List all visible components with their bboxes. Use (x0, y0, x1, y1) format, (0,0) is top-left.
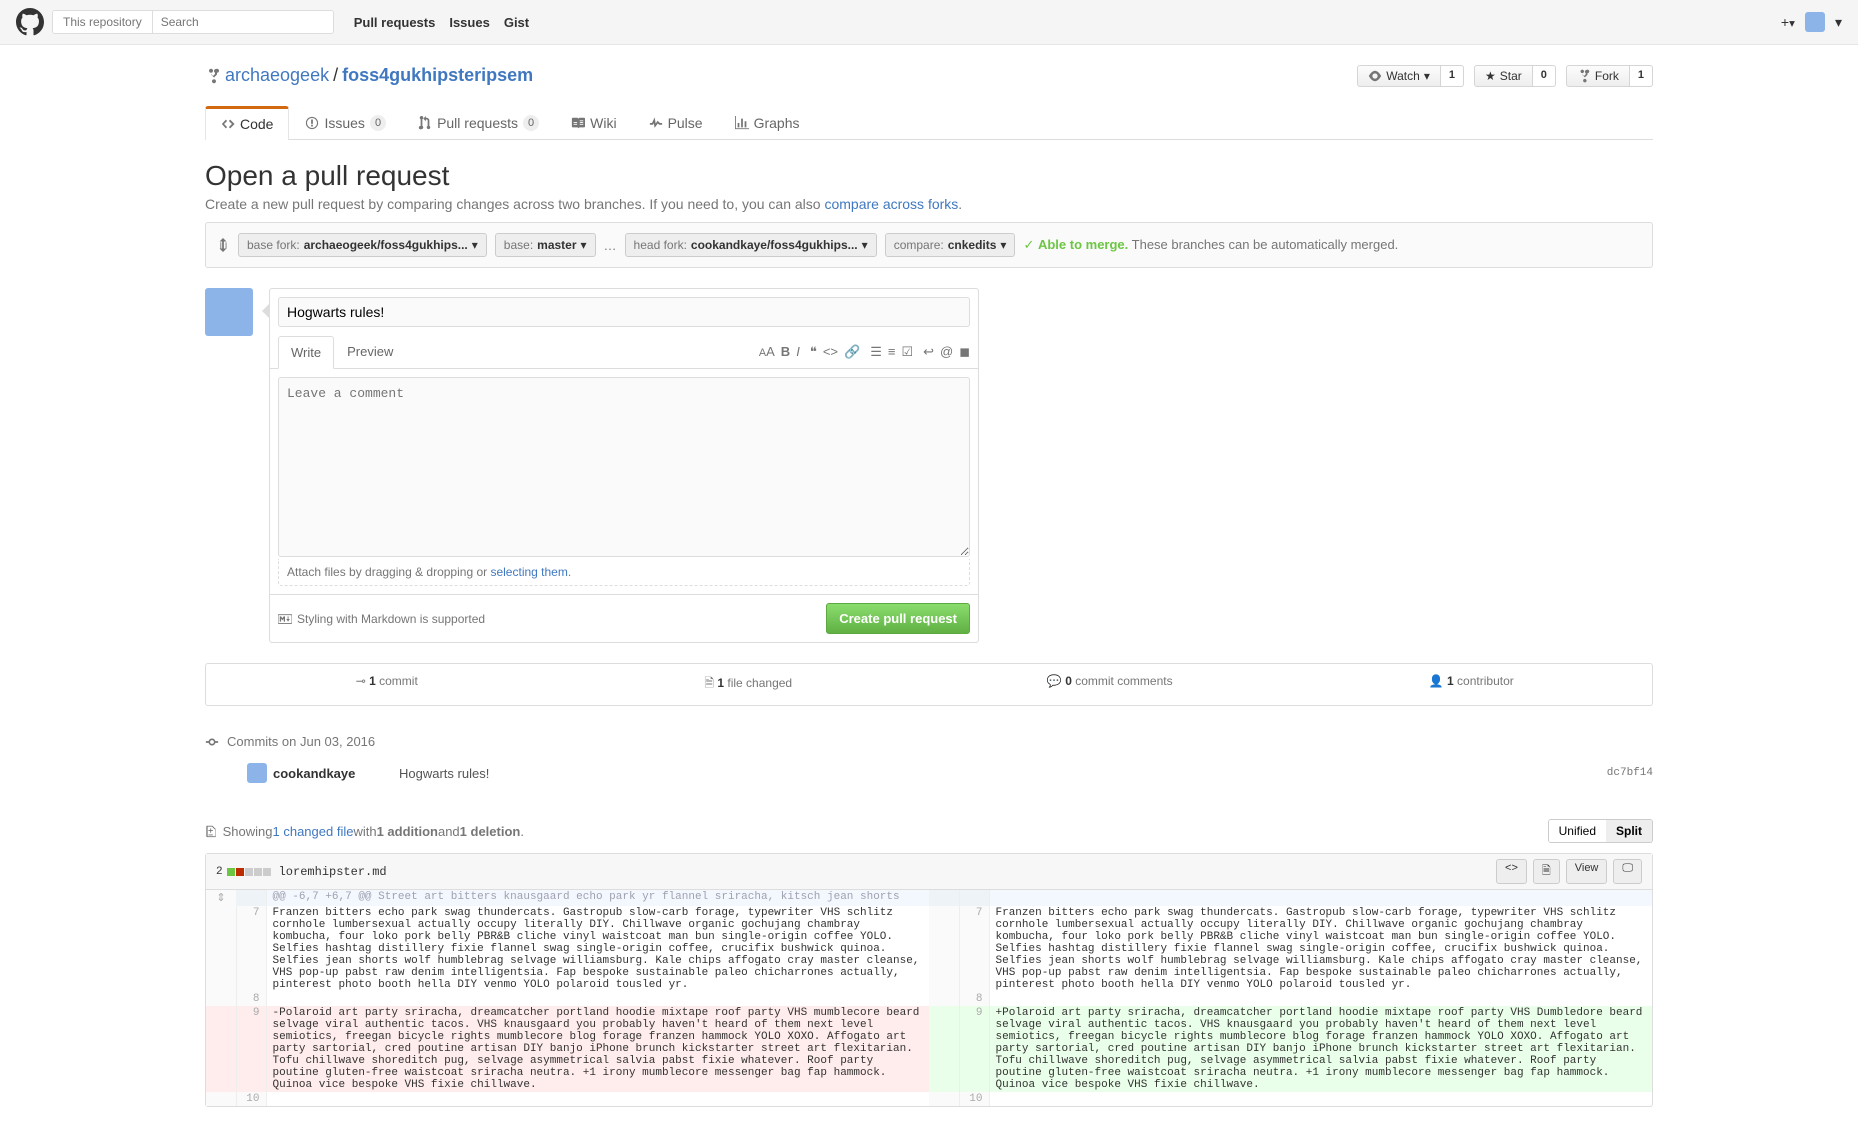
commit-author[interactable]: cookandkaye (247, 763, 387, 783)
tab-graphs[interactable]: Graphs (719, 106, 816, 139)
split-view-button[interactable]: Split (1606, 820, 1652, 842)
star-count[interactable]: 0 (1533, 65, 1556, 87)
text-size-icon[interactable]: AA (759, 344, 775, 360)
fork-count[interactable]: 1 (1630, 65, 1653, 87)
range-editor: base fork: archaeogeek/foss4gukhips... ▾… (205, 222, 1653, 268)
source-toggle-icon[interactable]: <> (1496, 859, 1527, 884)
watch-count[interactable]: 1 (1441, 65, 1464, 87)
task-icon[interactable]: ☑ (901, 344, 913, 360)
desktop-icon[interactable]: 🖵 (1613, 859, 1642, 884)
graph-icon (735, 116, 749, 130)
rendered-toggle-icon[interactable]: 🗎 (1533, 859, 1560, 884)
merge-status: ✓ Able to merge. These branches can be a… (1023, 237, 1398, 253)
markdown-icon (278, 612, 292, 626)
fork-button[interactable]: Fork (1566, 65, 1630, 87)
pr-icon (418, 116, 432, 130)
commits-date: Commits on Jun 03, 2016 (205, 726, 1653, 757)
search-container: This repository (52, 10, 334, 34)
code-icon[interactable]: <> (823, 344, 838, 360)
bold-icon[interactable]: B (781, 344, 790, 360)
view-file-button[interactable]: View (1566, 859, 1608, 884)
file-name[interactable]: loremhipster.md (279, 865, 387, 879)
nav-pull-requests[interactable]: Pull requests (354, 15, 436, 30)
repo-name-link[interactable]: foss4gukhipsteripsem (342, 65, 533, 86)
create-new-icon[interactable]: +▾ (1781, 14, 1795, 30)
pulse-icon (649, 116, 663, 130)
commit-icon (205, 735, 219, 749)
author-avatar (205, 288, 253, 336)
base-branch-select[interactable]: base: master ▾ (495, 233, 596, 257)
ol-icon[interactable]: ≡ (888, 344, 896, 360)
changed-files-link[interactable]: 1 changed file (273, 824, 354, 839)
mention-icon[interactable]: @ (940, 344, 953, 360)
hunk-header: ⇕ @@ -6,7 +6,7 @@ Street art bitters kna… (206, 890, 1652, 906)
link-icon[interactable]: 🔗 (844, 344, 860, 360)
commit-message[interactable]: Hogwarts rules! (399, 766, 1595, 781)
tab-wiki[interactable]: Wiki (555, 106, 632, 139)
repo-owner-link[interactable]: archaeogeek (225, 65, 329, 86)
unified-view-button[interactable]: Unified (1549, 820, 1606, 842)
page-subtitle: Create a new pull request by comparing c… (205, 196, 1653, 212)
markdown-hint[interactable]: Styling with Markdown is supported (278, 612, 485, 626)
tab-pull-requests[interactable]: Pull requests0 (402, 106, 555, 139)
stat-comments[interactable]: 💬 0 commit comments (929, 664, 1291, 705)
head-fork-select[interactable]: head fork: cookandkaye/foss4gukhips... ▾ (625, 233, 877, 257)
pr-title-input[interactable] (278, 297, 970, 327)
github-logo-icon[interactable] (16, 8, 44, 36)
stat-contributors[interactable]: 👤 1 contributor (1291, 664, 1653, 705)
nav-gist[interactable]: Gist (504, 15, 529, 30)
diff-blank-row: 8 8 (206, 992, 1652, 1006)
repo-title: archaeogeek / foss4gukhipsteripsem (205, 65, 1357, 86)
search-input[interactable] (153, 11, 333, 33)
compare-icon (216, 238, 230, 252)
stat-commits[interactable]: ⊸ 1 commit (206, 664, 568, 705)
select-files-link[interactable]: selecting them (490, 565, 567, 579)
range-dots: … (604, 238, 617, 253)
stat-files[interactable]: 🗎 1 file changed (568, 664, 930, 705)
stats-bar: ⊸ 1 commit 🗎 1 file changed 💬 0 commit c… (205, 663, 1653, 706)
reply-icon[interactable]: ↩ (923, 344, 934, 360)
preview-tab[interactable]: Preview (334, 335, 406, 368)
diffstat: 2 (216, 866, 271, 878)
compare-branch-select[interactable]: compare: cnkedits ▾ (885, 233, 1016, 257)
write-tab[interactable]: Write (278, 336, 334, 369)
user-menu-caret[interactable]: ▾ (1835, 14, 1842, 31)
commit-row: cookandkaye Hogwarts rules! dc7bf14 (205, 757, 1653, 789)
file-diff: 2 loremhipster.md <> 🗎 View 🖵 ⇕ @@ -6,7 … (205, 853, 1653, 1107)
tab-code[interactable]: Code (205, 106, 289, 140)
user-avatar[interactable] (1805, 12, 1825, 32)
code-icon (221, 117, 235, 131)
book-icon (571, 116, 585, 130)
file-diff-icon (205, 824, 219, 838)
tab-pulse[interactable]: Pulse (633, 106, 719, 139)
nav-issues[interactable]: Issues (449, 15, 489, 30)
tab-issues[interactable]: Issues0 (289, 106, 402, 139)
repo-forked-icon (205, 68, 221, 84)
diff-change-row: 9-Polaroid art party sriracha, dreamcatc… (206, 1006, 1652, 1092)
compare-forks-link[interactable]: compare across forks (824, 196, 958, 212)
quote-icon[interactable]: ❝ (810, 344, 817, 360)
comment-box: Write Preview AA BI ❝ <> 🔗 ☰ ≡ ☑ ↩ @ ◼ Attach f… (269, 288, 979, 643)
diff-last-row: 10 10 (206, 1092, 1652, 1106)
commit-sha[interactable]: dc7bf14 (1607, 767, 1653, 779)
ul-icon[interactable]: ☰ (870, 344, 882, 360)
create-pr-button[interactable]: Create pull request (826, 603, 970, 634)
comment-textarea[interactable] (278, 377, 970, 557)
search-scope[interactable]: This repository (53, 11, 153, 33)
fork-icon (1577, 69, 1591, 83)
expand-icon[interactable]: ⇕ (206, 890, 236, 906)
eye-icon (1368, 69, 1382, 83)
attach-hint: Attach files by dragging & dropping or s… (278, 559, 970, 586)
italic-icon[interactable]: I (796, 344, 800, 360)
page-title: Open a pull request (205, 160, 1653, 192)
diff-context-row: 7Franzen bitters echo park swag thunderc… (206, 906, 1652, 992)
watch-button[interactable]: Watch ▾ (1357, 65, 1441, 87)
star-button[interactable]: ★ Star (1474, 65, 1533, 87)
base-fork-select[interactable]: base fork: archaeogeek/foss4gukhips... ▾ (238, 233, 487, 257)
issue-icon (305, 116, 319, 130)
bookmark-icon[interactable]: ◼ (959, 344, 970, 360)
